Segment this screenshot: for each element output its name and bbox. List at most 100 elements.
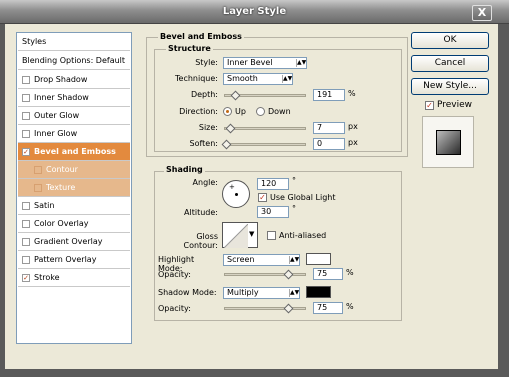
- angle-dial[interactable]: +: [222, 180, 250, 208]
- chevron-down-icon: ▲▼: [289, 289, 300, 297]
- bevel-and-emboss-checkbox[interactable]: ✓: [22, 148, 30, 156]
- depth-input[interactable]: 191: [313, 89, 345, 101]
- angle-input[interactable]: 120: [257, 178, 289, 190]
- ok-button[interactable]: OK: [411, 32, 489, 49]
- inner-shadow-checkbox[interactable]: [22, 94, 30, 102]
- technique-value: Smooth: [227, 74, 258, 83]
- outer-glow-checkbox[interactable]: [22, 112, 30, 120]
- chevron-down-icon: ▲▼: [289, 256, 300, 264]
- soften-slider[interactable]: [224, 143, 306, 146]
- style-item-label: Inner Glow: [34, 129, 78, 138]
- highlight-opacity-input[interactable]: 75: [313, 268, 343, 280]
- style-item-label: Satin: [34, 201, 55, 210]
- size-label: Size:: [198, 123, 218, 132]
- anti-aliased-checkbox[interactable]: [267, 231, 276, 240]
- style-preview: [422, 116, 474, 168]
- shadow-opacity-label: Opacity:: [158, 304, 191, 313]
- highlight-opacity-unit: %: [346, 268, 354, 277]
- style-item-gradient-overlay[interactable]: Gradient Overlay: [18, 233, 130, 251]
- style-label: Style:: [195, 58, 218, 67]
- chevron-down-icon: ▲▼: [282, 75, 293, 83]
- style-item-contour[interactable]: Contour: [18, 161, 130, 179]
- styles-header[interactable]: Styles: [18, 33, 130, 51]
- color-overlay-checkbox[interactable]: [22, 220, 30, 228]
- angle-dial-center: [235, 193, 238, 196]
- shadow-mode-select[interactable]: Multiply ▲▼: [223, 287, 300, 299]
- satin-checkbox[interactable]: [22, 202, 30, 210]
- altitude-unit: °: [292, 204, 296, 213]
- highlight-color-swatch[interactable]: [306, 253, 331, 265]
- style-item-color-overlay[interactable]: Color Overlay: [18, 215, 130, 233]
- technique-select[interactable]: Smooth ▲▼: [223, 73, 293, 85]
- direction-down-radio[interactable]: [256, 107, 265, 116]
- highlight-opacity-label: Opacity:: [158, 270, 191, 279]
- soften-label: Soften:: [189, 139, 218, 148]
- angle-unit: °: [292, 176, 296, 185]
- global-light-label: Use Global Light: [270, 193, 336, 202]
- inner-glow-checkbox[interactable]: [22, 130, 30, 138]
- chevron-down-icon: ▲▼: [296, 59, 307, 67]
- gradient-overlay-checkbox[interactable]: [22, 238, 30, 246]
- direction-down-label: Down: [268, 107, 291, 116]
- size-input[interactable]: 7: [313, 122, 345, 134]
- style-item-inner-shadow[interactable]: Inner Shadow: [18, 89, 130, 107]
- shadow-opacity-unit: %: [346, 302, 354, 311]
- gloss-contour-picker[interactable]: ▼: [222, 222, 258, 248]
- direction-up-radio[interactable]: [223, 107, 232, 116]
- angle-label: Angle:: [192, 178, 218, 187]
- preview-checkbox[interactable]: ✓: [425, 101, 434, 110]
- altitude-label: Altitude:: [184, 208, 218, 217]
- direction-label: Direction:: [179, 107, 218, 116]
- shadow-mode-label: Shadow Mode:: [158, 288, 217, 297]
- pattern-overlay-checkbox[interactable]: [22, 256, 30, 264]
- close-button[interactable]: X: [472, 5, 492, 21]
- blending-options[interactable]: Blending Options: Default: [18, 52, 130, 70]
- style-item-label: Stroke: [34, 273, 60, 282]
- drop-shadow-checkbox[interactable]: [22, 76, 30, 84]
- style-item-drop-shadow[interactable]: Drop Shadow: [18, 71, 130, 89]
- contour-preview-icon: [224, 224, 248, 248]
- style-item-label: Color Overlay: [34, 219, 89, 228]
- highlight-opacity-slider[interactable]: [224, 273, 306, 276]
- texture-checkbox[interactable]: [34, 184, 42, 192]
- soften-input[interactable]: 0: [313, 138, 345, 150]
- depth-label: Depth:: [190, 90, 218, 99]
- highlight-mode-value: Screen: [227, 255, 255, 264]
- style-select[interactable]: Inner Bevel ▲▼: [223, 57, 307, 69]
- global-light-checkbox[interactable]: ✓: [258, 193, 267, 202]
- style-item-outer-glow[interactable]: Outer Glow: [18, 107, 130, 125]
- soften-unit: px: [348, 138, 358, 147]
- technique-label: Technique:: [175, 74, 218, 83]
- shadow-opacity-slider[interactable]: [224, 307, 306, 310]
- altitude-input[interactable]: 30: [257, 206, 289, 218]
- new-style-button[interactable]: New Style...: [411, 78, 489, 95]
- bevel-title: Bevel and Emboss: [158, 32, 244, 41]
- style-item-label: Outer Glow: [34, 111, 80, 120]
- style-item-label: Pattern Overlay: [34, 255, 97, 264]
- preview-swatch: [436, 130, 461, 155]
- shadow-opacity-input[interactable]: 75: [313, 302, 343, 314]
- style-item-label: Inner Shadow: [34, 93, 89, 102]
- style-item-label: Gradient Overlay: [34, 237, 103, 246]
- style-item-bevel-and-emboss[interactable]: ✓ Bevel and Emboss: [18, 143, 130, 161]
- size-slider[interactable]: [224, 127, 306, 130]
- style-value: Inner Bevel: [227, 58, 273, 67]
- depth-unit: %: [348, 89, 356, 98]
- style-item-label: Bevel and Emboss: [34, 147, 116, 156]
- cancel-button[interactable]: Cancel: [411, 55, 489, 72]
- window-title: Layer Style: [222, 6, 287, 17]
- style-item-pattern-overlay[interactable]: Pattern Overlay: [18, 251, 130, 269]
- gloss-contour-label: Gloss Contour:: [183, 232, 219, 250]
- stroke-checkbox[interactable]: ✓: [22, 274, 30, 282]
- angle-crosshair-icon: +: [229, 183, 235, 191]
- style-item-satin[interactable]: Satin: [18, 197, 130, 215]
- highlight-mode-select[interactable]: Screen ▲▼: [223, 254, 300, 266]
- shadow-color-swatch[interactable]: [306, 286, 331, 298]
- style-item-inner-glow[interactable]: Inner Glow: [18, 125, 130, 143]
- style-item-stroke[interactable]: ✓ Stroke: [18, 269, 130, 287]
- chevron-down-icon: ▼: [249, 230, 255, 238]
- style-item-texture[interactable]: Texture: [18, 179, 130, 197]
- shadow-mode-value: Multiply: [227, 288, 259, 297]
- contour-checkbox[interactable]: [34, 166, 42, 174]
- anti-aliased-label: Anti-aliased: [279, 231, 327, 240]
